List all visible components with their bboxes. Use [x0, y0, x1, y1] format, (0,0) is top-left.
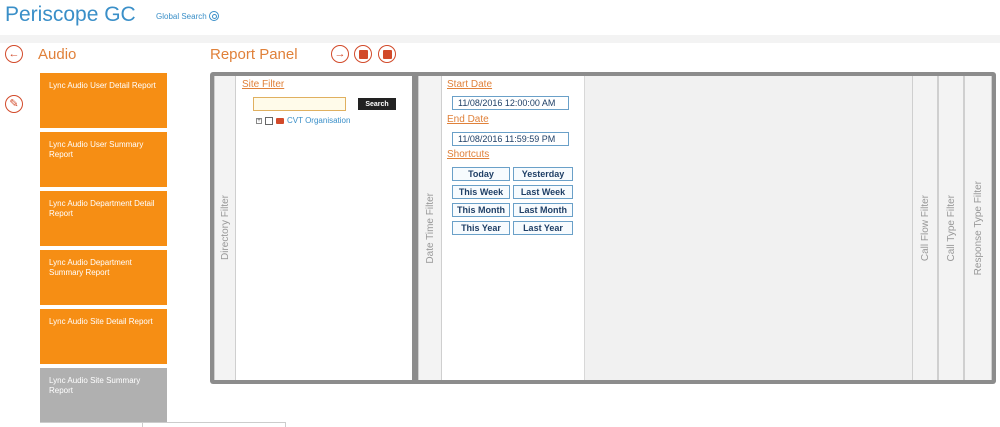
shortcut-yesterday-button[interactable]: Yesterday	[513, 167, 573, 181]
report-panel-title: Report Panel	[210, 46, 298, 63]
report-list: Lync Audio User Detail Report Lync Audio…	[40, 73, 167, 427]
site-filter-link[interactable]: Site Filter	[242, 79, 284, 90]
shortcut-today-button[interactable]: Today	[452, 167, 510, 181]
tab-directory-filter[interactable]: Directory Filter	[214, 76, 236, 380]
bottom-tab-strip[interactable]	[40, 422, 286, 427]
filter-empty-area	[584, 76, 912, 380]
folder-icon	[276, 117, 284, 124]
tab-datetime-label[interactable]: Date Time Filter	[425, 193, 436, 264]
shortcut-last-year-button[interactable]: Last Year	[513, 221, 573, 235]
shortcut-this-month-button[interactable]: This Month	[452, 203, 510, 217]
save-icon[interactable]	[358, 49, 368, 59]
shortcut-last-month-button[interactable]: Last Month	[513, 203, 573, 217]
back-button[interactable]: ←	[5, 45, 23, 63]
end-date-link[interactable]: End Date	[447, 114, 489, 125]
shortcut-this-year-button[interactable]: This Year	[452, 221, 510, 235]
tree-row: + CVT Organisation	[256, 116, 350, 125]
start-date-link[interactable]: Start Date	[447, 79, 492, 90]
report-tile[interactable]: Lync Audio Site Detail Report	[40, 309, 167, 364]
expand-icon[interactable]: +	[256, 117, 262, 124]
tree-root-label[interactable]: CVT Organisation	[287, 116, 350, 125]
report-tile-inactive[interactable]: Lync Audio Site Summary Report	[40, 368, 167, 423]
global-search-link[interactable]: Global Search	[156, 11, 219, 21]
tab-call-flow-filter[interactable]: Call Flow Filter	[912, 76, 938, 380]
global-search-label[interactable]: Global Search	[156, 12, 207, 21]
report-tile[interactable]: Lync Audio User Detail Report	[40, 73, 167, 128]
tab-date-time-filter[interactable]: Date Time Filter	[418, 76, 442, 380]
app-title: Periscope GC	[5, 3, 136, 26]
tab-calltype-label[interactable]: Call Type Filter	[946, 195, 957, 262]
end-date-input[interactable]	[452, 132, 569, 146]
shortcut-last-week-button[interactable]: Last Week	[513, 185, 573, 199]
export-icon[interactable]	[382, 49, 392, 59]
tab-response-type-filter[interactable]: Response Type Filter	[964, 76, 992, 380]
site-search-button[interactable]: Search	[358, 98, 396, 110]
pencil-icon[interactable]: ✎	[9, 98, 18, 110]
report-panel: Directory Filter Site Filter Search + CV…	[210, 72, 996, 384]
tab-response-label[interactable]: Response Type Filter	[973, 181, 984, 275]
start-date-input[interactable]	[452, 96, 569, 110]
tab-call-type-filter[interactable]: Call Type Filter	[938, 76, 964, 380]
edit-button[interactable]: ✎	[5, 95, 23, 113]
arrow-right-icon[interactable]: →	[335, 48, 346, 60]
shortcut-this-week-button[interactable]: This Week	[452, 185, 510, 199]
shortcuts-link[interactable]: Shortcuts	[447, 149, 489, 160]
search-icon[interactable]	[208, 11, 219, 21]
section-title-audio: Audio	[38, 46, 77, 63]
tab-callflow-label[interactable]: Call Flow Filter	[920, 195, 931, 261]
site-search-input[interactable]	[253, 97, 346, 111]
arrow-left-icon[interactable]: ←	[9, 48, 20, 60]
report-tile[interactable]: Lync Audio Department Detail Report	[40, 191, 167, 246]
date-time-filter-content: Start Date End Date Shortcuts Today Yest…	[442, 76, 584, 380]
shortcut-grid: Today Yesterday This Week Last Week This…	[452, 167, 573, 235]
report-tile[interactable]: Lync Audio User Summary Report	[40, 132, 167, 187]
tab-directory-label[interactable]: Directory Filter	[220, 195, 231, 260]
run-report-button[interactable]: →	[331, 45, 349, 63]
save-report-button[interactable]	[354, 45, 372, 63]
directory-filter-content: Site Filter Search + CVT Organisation	[236, 76, 412, 380]
tree-checkbox[interactable]	[265, 116, 273, 125]
report-tile[interactable]: Lync Audio Department Summary Report	[40, 250, 167, 305]
header-band	[0, 35, 1000, 43]
export-report-button[interactable]	[378, 45, 396, 63]
